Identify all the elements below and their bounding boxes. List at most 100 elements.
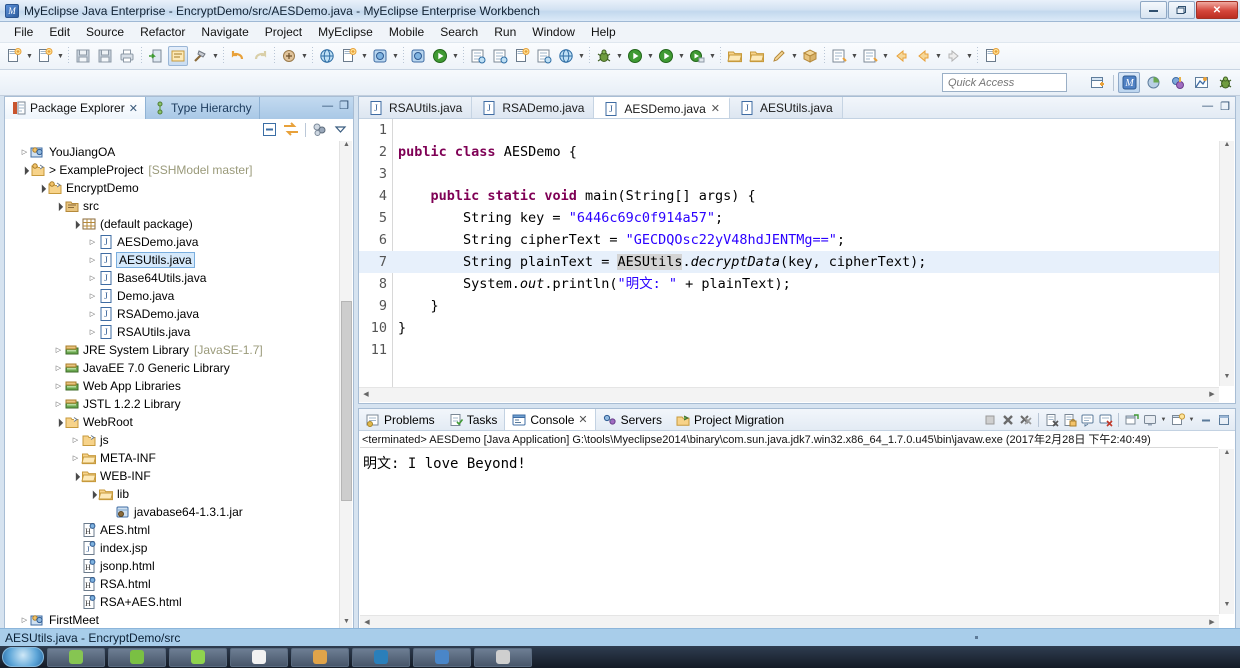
manage-server-dropdown-arrow[interactable]: ▼ bbox=[391, 46, 400, 66]
preferences-icon[interactable] bbox=[534, 46, 554, 66]
code-text[interactable] bbox=[390, 339, 398, 361]
tree-row[interactable]: ▷ J RSADemo.java bbox=[5, 305, 353, 323]
tree-twisty-collapsed[interactable]: ▷ bbox=[87, 310, 98, 318]
open-web-browser-icon[interactable] bbox=[317, 46, 337, 66]
code-text[interactable]: String plainText = AESUtils.decryptData(… bbox=[390, 251, 926, 273]
menu-source[interactable]: Source bbox=[78, 23, 132, 41]
save-all-icon[interactable] bbox=[95, 46, 115, 66]
run-dropdown-arrow[interactable]: ▼ bbox=[646, 46, 655, 66]
minimize-icon[interactable] bbox=[1197, 411, 1214, 428]
perspective-myeclipse-java-enterprise[interactable]: M bbox=[1118, 72, 1140, 93]
open-folder-icon[interactable] bbox=[725, 46, 745, 66]
view-menu-icon[interactable] bbox=[334, 123, 347, 136]
code-text[interactable]: String key = "6446c69c0f914a57"; bbox=[390, 207, 723, 229]
new-console-view-icon[interactable] bbox=[1169, 411, 1186, 428]
tree-row[interactable]: javabase64-1.3.1.jar bbox=[5, 503, 353, 521]
next-annotation-dropdown-arrow[interactable]: ▼ bbox=[850, 46, 859, 66]
left-view-minimize-icon[interactable]: — bbox=[322, 100, 333, 112]
tree-row[interactable]: Hjsonp.html bbox=[5, 557, 353, 575]
tree-twisty-collapsed[interactable]: ▷ bbox=[87, 274, 98, 282]
console-tab-servers[interactable]: Servers bbox=[596, 409, 669, 430]
code-text[interactable] bbox=[390, 163, 398, 185]
left-view-tab-close-icon[interactable]: ✕ bbox=[129, 102, 138, 115]
tree-row[interactable]: ◢ EncryptDemo bbox=[5, 179, 353, 197]
menu-run[interactable]: Run bbox=[486, 23, 524, 41]
editor-vertical-scrollbar[interactable]: ▲ ▼ bbox=[1219, 141, 1234, 386]
run-server-dropdown-arrow[interactable]: ▼ bbox=[451, 46, 460, 66]
tree-row[interactable]: H RSA+AES.html bbox=[5, 593, 353, 611]
tree-twisty-collapsed[interactable]: ▷ bbox=[19, 616, 30, 624]
menu-refactor[interactable]: Refactor bbox=[132, 23, 193, 41]
scroll-lock-icon[interactable] bbox=[1061, 411, 1078, 428]
tree-row[interactable]: ▷ J Base64Utils.java bbox=[5, 269, 353, 287]
publish-icon[interactable] bbox=[408, 46, 428, 66]
tree-row[interactable]: ◢ WEB-INF bbox=[5, 467, 353, 485]
new-window-icon[interactable] bbox=[982, 46, 1002, 66]
new-server-dropdown-arrow[interactable]: ▼ bbox=[360, 46, 369, 66]
menu-search[interactable]: Search bbox=[432, 23, 486, 41]
taskbar-item-2[interactable] bbox=[108, 647, 166, 667]
debug-dropdown-arrow[interactable]: ▼ bbox=[615, 46, 624, 66]
remove-launch-icon[interactable] bbox=[999, 411, 1016, 428]
console-new-console-view-dropdown-arrow[interactable]: ▼ bbox=[1187, 411, 1196, 428]
scroll-up-arrow[interactable]: ▲ bbox=[341, 141, 352, 153]
menu-mobile[interactable]: Mobile bbox=[381, 23, 432, 41]
console-tab-close-icon[interactable]: ✕ bbox=[578, 413, 587, 426]
tree-row[interactable]: ▷ FirstMeet bbox=[5, 611, 353, 629]
coverage-dropdown-arrow[interactable]: ▼ bbox=[708, 46, 717, 66]
tree-row[interactable]: ◢ src bbox=[5, 197, 353, 215]
forward-dropdown-arrow[interactable]: ▼ bbox=[965, 46, 974, 66]
code-lines[interactable]: 1 2 public class AESDemo {3 4 public static… bbox=[359, 119, 1219, 387]
console-output[interactable]: 明文: I love Beyond! bbox=[360, 449, 1218, 614]
editor-scroll-down-arrow[interactable]: ▼ bbox=[1220, 373, 1234, 386]
tree-row[interactable]: H RSA.html bbox=[5, 575, 353, 593]
editor-tab-rsademo[interactable]: J RSADemo.java bbox=[472, 97, 595, 118]
editor-scroll-left-arrow[interactable]: ◀ bbox=[359, 388, 373, 402]
export-icon[interactable] bbox=[146, 46, 166, 66]
close-button[interactable]: ✕ bbox=[1196, 1, 1238, 19]
tree-row[interactable]: ▷ META-INF bbox=[5, 449, 353, 467]
console-tab-problems[interactable]: Problems bbox=[359, 409, 442, 430]
menu-navigate[interactable]: Navigate bbox=[193, 23, 256, 41]
tree-row[interactable]: ▷ J AESUtils.java bbox=[5, 251, 353, 269]
maximize-icon[interactable] bbox=[1215, 411, 1232, 428]
show-console-on-output-icon[interactable] bbox=[1079, 411, 1096, 428]
console-tab-project-migration[interactable]: Project Migration bbox=[669, 409, 791, 430]
tree-row[interactable]: ▷ YouJiangOA bbox=[5, 143, 353, 161]
code-text[interactable]: System.out.println("明文: " + plainText); bbox=[390, 273, 791, 295]
tree-row[interactable]: ◢ WebRoot bbox=[5, 413, 353, 431]
minimize-button[interactable] bbox=[1140, 1, 1167, 19]
tree-twisty-collapsed[interactable]: ▷ bbox=[87, 256, 98, 264]
editor-tab-close-icon[interactable]: ✕ bbox=[711, 102, 720, 115]
remove-all-terminated-icon[interactable] bbox=[1017, 411, 1034, 428]
run-config-icon[interactable] bbox=[656, 46, 676, 66]
tree-row[interactable]: ▷ JSTL 1.2.2 Library bbox=[5, 395, 353, 413]
display-selected-console-icon[interactable] bbox=[1141, 411, 1158, 428]
previous-annotation-icon[interactable] bbox=[860, 46, 880, 66]
tree-row[interactable]: ◢ (default package) bbox=[5, 215, 353, 233]
deploy-dropdown-arrow[interactable]: ▼ bbox=[300, 46, 309, 66]
new-jsp-icon[interactable] bbox=[512, 46, 532, 66]
undo-icon[interactable] bbox=[228, 46, 248, 66]
menu-edit[interactable]: Edit bbox=[41, 23, 78, 41]
taskbar-item-6[interactable] bbox=[352, 647, 410, 667]
editor-maximize-icon[interactable]: ❐ bbox=[1220, 100, 1230, 113]
print-icon[interactable] bbox=[117, 46, 137, 66]
tree-twisty-collapsed[interactable]: ▷ bbox=[53, 382, 64, 390]
start-button[interactable] bbox=[2, 647, 44, 667]
scroll-thumb[interactable] bbox=[341, 301, 352, 501]
taskbar-item-1[interactable] bbox=[47, 647, 105, 667]
taskbar-item-8[interactable] bbox=[474, 647, 532, 667]
tree-twisty-collapsed[interactable]: ▷ bbox=[70, 454, 81, 462]
web-browser-icon[interactable] bbox=[556, 46, 576, 66]
tree-row[interactable]: ▷ J AESDemo.java bbox=[5, 233, 353, 251]
tree-row[interactable]: ▷ J RSAUtils.java bbox=[5, 323, 353, 341]
run-server-icon[interactable] bbox=[430, 46, 450, 66]
quick-access-input[interactable] bbox=[942, 73, 1067, 92]
code-text[interactable] bbox=[390, 119, 398, 141]
redo-icon[interactable] bbox=[250, 46, 270, 66]
editor-scroll-right-arrow[interactable]: ▶ bbox=[1205, 388, 1219, 402]
menu-project[interactable]: Project bbox=[257, 23, 310, 41]
editor-minimize-icon[interactable]: — bbox=[1202, 100, 1213, 113]
tree-row[interactable]: Jindex.jsp bbox=[5, 539, 353, 557]
